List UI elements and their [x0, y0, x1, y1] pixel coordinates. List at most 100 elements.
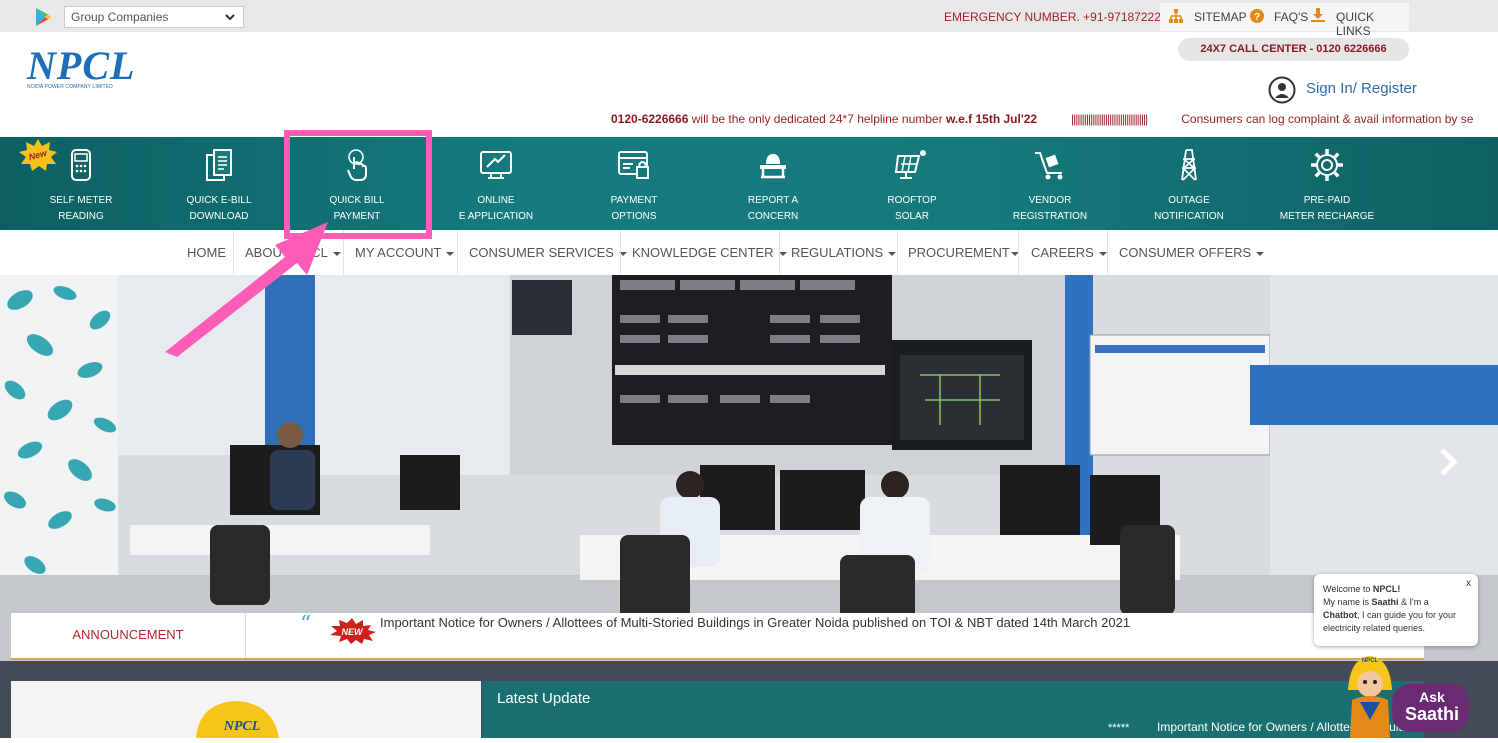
online-application-icon [480, 151, 512, 179]
nav-divider [457, 230, 458, 275]
chat-guide-text: , I can guide you for your [1357, 610, 1457, 620]
ticker-text-2: Consumers can log complaint & avail info… [1181, 112, 1474, 126]
nav-consumer-services[interactable]: CONSUMER SERVICES [469, 230, 627, 275]
prepaid-meter-recharge[interactable]: PRE-PAID METER RECHARGE [1267, 137, 1387, 230]
nav-divider [1018, 230, 1019, 275]
sitemap-icon [1169, 9, 1183, 23]
announcement-text[interactable]: Important Notice for Owners / Allottees … [380, 615, 1130, 630]
group-companies-select[interactable]: Group Companies [64, 6, 244, 28]
latest-update-title: Latest Update [497, 690, 591, 707]
saathi-label: Saathi [1405, 704, 1459, 724]
outage-label-1: OUTAGE [1168, 195, 1210, 206]
mascot-cap-text: NPCL [223, 719, 261, 734]
payment-options-label-2: OPTIONS [611, 211, 657, 222]
carousel-next-icon[interactable] [1434, 445, 1462, 479]
google-play-icon[interactable] [33, 7, 53, 27]
npcl-logo[interactable]: NPCL NOIDA POWER COMPANY LIMITED [27, 43, 136, 91]
chat-line-1: Welcome to NPCL! [1323, 583, 1470, 596]
vendor-label-2: REGISTRATION [1012, 211, 1088, 222]
ticker-date: w.e.f 15th Jul'22 [945, 112, 1038, 126]
emergency-number: EMERGENCY NUMBER. +91-9718722222 [944, 10, 1175, 24]
quick-links-link[interactable]: QUICK LINKS [1336, 10, 1409, 38]
nav-divider [897, 230, 898, 275]
report-concern-label-2: CONCERN [747, 211, 799, 222]
bill-download-icon [206, 149, 232, 181]
chatbot-welcome-bubble: Welcome to NPCL! My name is Saathi & I'm… [1314, 574, 1478, 646]
online-app-label-2: E APPLICATION [458, 211, 534, 222]
nav-careers[interactable]: CAREERS [1031, 230, 1107, 275]
nav-careers-label: CAREERS [1031, 245, 1094, 260]
ask-label: Ask [1419, 689, 1445, 705]
nav-consumer-offers-label: CONSUMER OFFERS [1119, 245, 1252, 260]
prepaid-label-1: PRE-PAID [1303, 195, 1351, 206]
chat-brand: NPCL! [1372, 584, 1401, 594]
chat-line-2: My name is Saathi & I'm a [1323, 596, 1470, 609]
caret-down-icon [446, 251, 455, 256]
new-burst-text: NEW [342, 627, 365, 637]
rooftop-label-2: SOLAR [895, 211, 929, 222]
report-a-concern[interactable]: REPORT A CONCERN [713, 137, 833, 230]
vendor-registration[interactable]: VENDOR REGISTRATION [990, 137, 1110, 230]
vendor-cart-icon [1035, 152, 1063, 180]
chevron-down-icon [225, 14, 235, 21]
call-center-badge: 24X7 CALL CENTER - 0120 6226666 [1178, 38, 1409, 61]
svg-text:?: ? [1254, 12, 1260, 23]
nav-regulations[interactable]: REGULATIONS [791, 230, 897, 275]
outage-label-2: NOTIFICATION [1154, 211, 1224, 222]
self-meter-label-2: READING [58, 211, 104, 222]
nav-knowledge-center-label: KNOWLEDGE CENTER [632, 245, 774, 260]
nav-divider [620, 230, 621, 275]
nav-divider [1107, 230, 1108, 275]
payment-options[interactable]: PAYMENT OPTIONS [574, 137, 694, 230]
group-companies-value: Group Companies [71, 10, 169, 24]
logo-text: NPCL [27, 43, 136, 88]
ticker-separator: |||||||||||||||||||||||||||||||||||| [1071, 112, 1148, 126]
ticker-text: will be the only dedicated 24*7 helpline… [688, 112, 946, 126]
new-badge-icon: New [19, 139, 57, 171]
tower-icon [1181, 149, 1197, 181]
nav-consumer-offers[interactable]: CONSUMER OFFERS [1119, 230, 1265, 275]
caret-down-icon [1098, 251, 1107, 256]
top-links: SITEMAP ? FAQ'S QUICK LINKS [1160, 3, 1409, 38]
self-meter-label-1: SELF METER [49, 195, 113, 206]
chat-name: Saathi [1371, 597, 1399, 607]
chat-chatbot: Chatbot [1323, 610, 1357, 620]
report-concern-label-1: REPORT A [747, 195, 799, 206]
caret-down-icon [1256, 251, 1265, 256]
payment-options-label-1: PAYMENT [610, 195, 658, 206]
announcement-label: ANNOUNCEMENT [11, 613, 246, 658]
question-icon: ? [1250, 9, 1264, 23]
online-app-label-1: ONLINE [477, 195, 515, 206]
latest-stars: ***** [1108, 722, 1130, 734]
chat-welcome-text: Welcome to [1323, 584, 1373, 594]
chat-line-3: Chatbot, I can guide you for your [1323, 609, 1470, 622]
mascot-panel: NPCL [11, 681, 481, 738]
download-icon [1311, 8, 1325, 22]
pointer-arrow-annotation [165, 222, 328, 357]
news-ticker: 0120-6226666 will be the only dedicated … [611, 112, 1498, 130]
nav-procurement-label: PROCUREMENT [908, 245, 1010, 260]
saathi-cap-text: NPCL [1362, 658, 1379, 664]
online-e-application[interactable]: ONLINE E APPLICATION [436, 137, 556, 230]
helpline-number: 0120-6226666 [611, 112, 689, 126]
prepaid-label-2: METER RECHARGE [1279, 211, 1375, 222]
user-icon[interactable] [1268, 76, 1296, 104]
vendor-label-1: VENDOR [1028, 195, 1072, 206]
sitemap-link[interactable]: SITEMAP [1194, 10, 1247, 24]
faqs-link[interactable]: FAQ'S [1274, 10, 1308, 24]
mascot-helmet-image: NPCL [196, 701, 279, 738]
nav-consumer-services-label: CONSUMER SERVICES [469, 245, 614, 260]
rooftop-solar[interactable]: ROOFTOP SOLAR [852, 137, 972, 230]
caret-down-icon [888, 251, 897, 256]
sign-in-register-link[interactable]: Sign In/ Register [1306, 80, 1417, 97]
outage-notification[interactable]: OUTAGE NOTIFICATION [1129, 137, 1249, 230]
nav-regulations-label: REGULATIONS [791, 245, 884, 260]
payment-options-icon [618, 151, 649, 179]
ask-saathi-chatbot-button[interactable]: NPCL Ask Saathi [1346, 640, 1471, 738]
chat-name-pre: My name is [1323, 597, 1372, 607]
chat-close-button[interactable]: x [1466, 578, 1471, 589]
chat-name-post: & I'm a [1398, 597, 1429, 607]
quote-icon: “ [300, 612, 312, 637]
nav-knowledge-center[interactable]: KNOWLEDGE CENTER [632, 230, 787, 275]
nav-procurement[interactable]: PROCUREMENT [908, 230, 1019, 275]
